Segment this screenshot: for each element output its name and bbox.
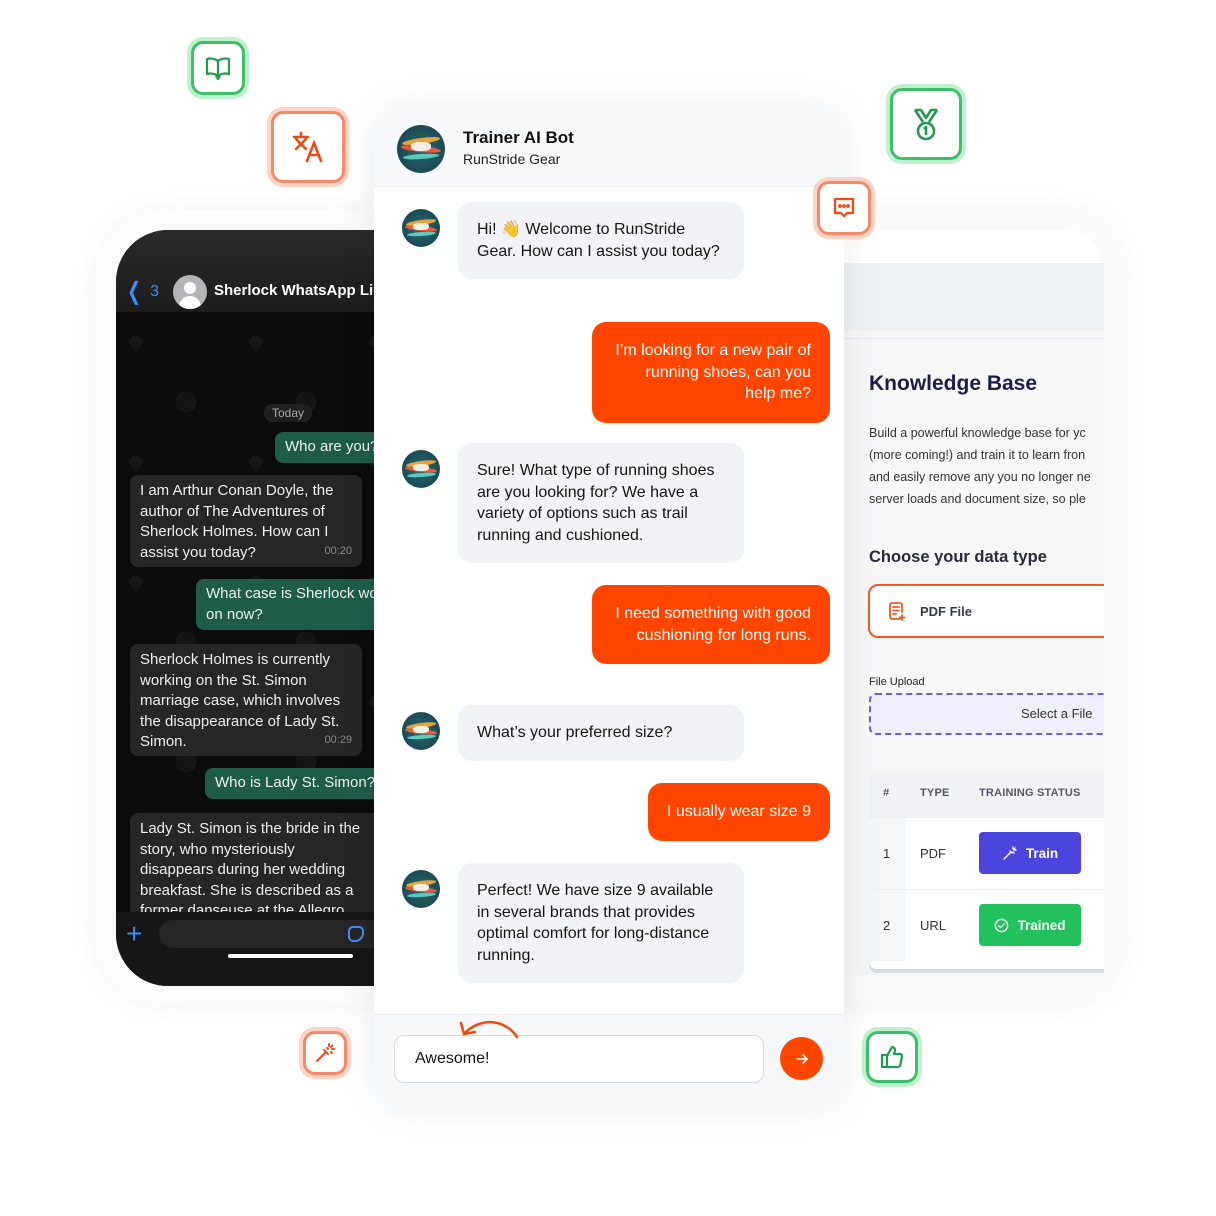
chat-message-input[interactable] — [394, 1035, 764, 1083]
chat-tile — [817, 181, 871, 235]
train-button[interactable]: Train — [979, 832, 1081, 874]
book-tile — [191, 41, 245, 95]
bot-message: What’s your preferred size? — [458, 705, 744, 761]
thumbs-up-tile — [866, 1031, 918, 1083]
data-type-label: PDF File — [920, 603, 973, 619]
row-type: URL — [920, 918, 947, 933]
train-button-label: Train — [1025, 845, 1059, 861]
plus-icon[interactable]: + — [126, 918, 142, 950]
user-message: I need something with good cushioning fo… — [592, 585, 830, 664]
row-index: 1 — [883, 846, 891, 861]
message-text: Sherlock Holmes is currently working on … — [140, 651, 341, 750]
incoming-message: I am Arthur Conan Doyle, the author of T… — [130, 475, 362, 567]
trained-status-button[interactable]: Trained — [979, 904, 1081, 946]
file-upload-dropzone[interactable]: Select a File — [869, 693, 1104, 735]
select-file-button[interactable]: Select a File — [1021, 706, 1093, 721]
row-type: PDF — [920, 846, 946, 861]
table-header: # TYPE TRAINING STATUS — [869, 771, 1104, 817]
page-description: Build a powerful knowledge base for yc (… — [869, 422, 1104, 510]
home-indicator — [228, 954, 353, 958]
magic-wand-icon — [1003, 846, 1017, 860]
bot-message: Perfect! We have size 9 available in sev… — [458, 863, 744, 983]
knowledge-base-screen: Knowledge Base Build a powerful knowledg… — [843, 230, 1104, 975]
bot-avatar — [402, 209, 440, 247]
training-table: # TYPE TRAINING STATUS 1 PDF Train 2 URL — [869, 771, 1104, 969]
column-header-training-status: TRAINING STATUS — [979, 787, 1081, 799]
page-title: Knowledge Base — [869, 372, 1038, 395]
message-text: What case is Sherlock working on now? — [206, 585, 396, 623]
document-plus-icon — [888, 601, 906, 621]
bot-message: Hi! 👋 Welcome to RunStride Gear. How can… — [458, 202, 744, 279]
date-separator: Today — [264, 404, 313, 422]
data-type-pdf-option[interactable]: PDF File — [868, 584, 1104, 638]
file-upload-label: File Upload — [869, 676, 925, 688]
chevron-left-icon: ❮ — [127, 278, 142, 305]
row-index: 2 — [883, 918, 891, 933]
send-button[interactable] — [780, 1037, 823, 1080]
description-line: server loads and document size, so ple — [869, 492, 1086, 506]
contact-name[interactable]: Sherlock WhatsApp Lir — [214, 282, 379, 299]
avatar-head-shape — [184, 282, 196, 294]
bot-avatar — [402, 450, 440, 488]
translate-tile — [271, 111, 345, 183]
message-text: Who is Lady St. Simon? — [215, 774, 376, 791]
table-row: 2 URL Trained — [869, 889, 1104, 961]
check-circle-icon — [995, 918, 1009, 932]
outgoing-message: Who are you? — [275, 432, 389, 463]
whatsapp-screen: ❮ 3 Sherlock WhatsApp Lir Today Who are … — [116, 230, 396, 986]
contact-avatar[interactable] — [173, 275, 207, 309]
bot-name: Trainer AI Bot — [463, 128, 574, 147]
divider — [843, 338, 1104, 339]
whatsapp-input-bar: + — [116, 912, 396, 986]
description-line: Build a powerful knowledge base for yc — [869, 426, 1086, 440]
avatar-body-shape — [179, 296, 201, 309]
medal-tile — [890, 88, 962, 160]
curved-arrow-icon — [459, 1020, 519, 1039]
whatsapp-message-list: Today Who are you? I am Arthur Conan Doy… — [116, 312, 396, 985]
bot-avatar — [402, 712, 440, 750]
unread-count: 3 — [150, 283, 160, 300]
user-message: I usually wear size 9 — [647, 783, 830, 841]
column-header-index: # — [883, 787, 890, 799]
description-line: and easily remove any you no longer ne — [869, 470, 1091, 484]
bot-message: Sure! What type of running shoes are you… — [458, 443, 744, 563]
status-bar — [843, 230, 1104, 263]
message-time: 00:20 — [324, 544, 352, 557]
chat-footer — [374, 1014, 844, 1108]
chat-dots-icon — [833, 197, 855, 218]
table-row: 1 PDF Train — [869, 817, 1104, 889]
thumbs-up-icon — [880, 1045, 904, 1069]
outgoing-message: What case is Sherlock working on now? — [196, 579, 396, 630]
magic-wand-tile — [303, 1031, 347, 1075]
back-button[interactable]: ❮ 3 — [124, 278, 160, 305]
magic-wand-icon — [316, 1043, 335, 1062]
translate-icon — [292, 131, 323, 163]
column-header-type: TYPE — [920, 787, 950, 799]
bot-logo — [397, 125, 445, 173]
book-icon — [205, 57, 231, 81]
whatsapp-header: ❮ 3 Sherlock WhatsApp Lir — [116, 230, 396, 312]
incoming-message: Sherlock Holmes is currently working on … — [130, 644, 362, 756]
message-text: I am Arthur Conan Doyle, the author of T… — [140, 482, 334, 561]
chat-header: Trainer AI Bot RunStride Gear — [374, 108, 844, 187]
outgoing-message: Who is Lady St. Simon? — [205, 768, 386, 799]
trained-button-label: Trained — [1017, 917, 1066, 933]
bot-avatar — [402, 870, 440, 908]
description-line: (more coming!) and train it to learn fro… — [869, 448, 1086, 462]
message-time: 00:29 — [324, 733, 352, 746]
company-name: RunStride Gear — [463, 151, 561, 167]
medal-icon — [913, 108, 939, 141]
nav-band — [843, 263, 1104, 331]
arrow-right-icon — [795, 1053, 808, 1064]
message-text: Who are you? — [285, 438, 379, 455]
data-type-heading: Choose your data type — [869, 548, 1047, 566]
user-message: I’m looking for a new pair of running sh… — [592, 322, 830, 423]
trainer-chat-window: Trainer AI Bot RunStride Gear Hi! 👋 Welc… — [374, 108, 844, 1108]
